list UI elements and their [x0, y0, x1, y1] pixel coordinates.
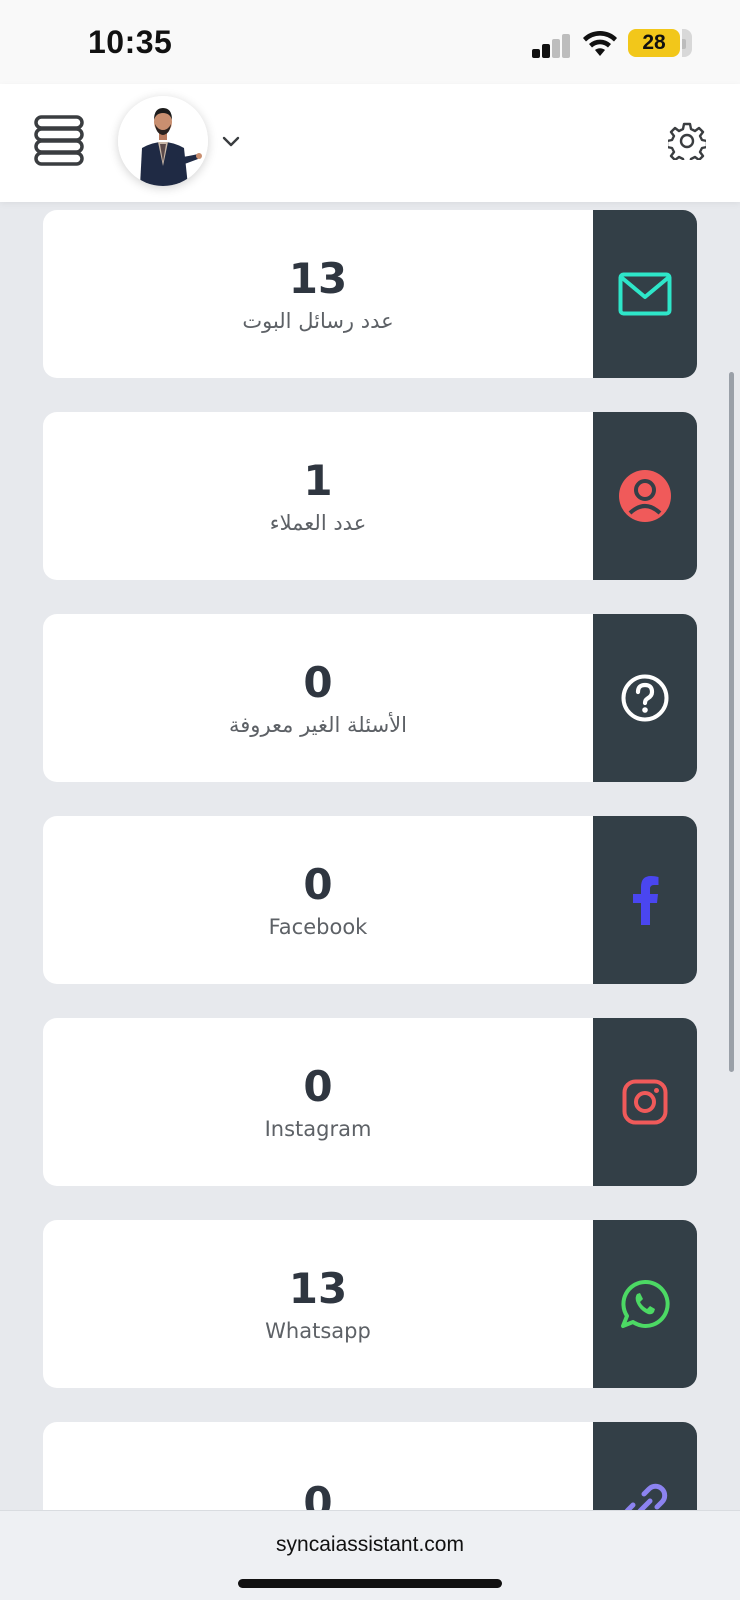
envelope-icon [618, 272, 672, 316]
stat-card-text: 0 [43, 1422, 593, 1511]
stat-icon-panel [593, 412, 697, 580]
stat-card-text: 13 عدد رسائل البوت [43, 210, 593, 378]
battery-tip [682, 39, 686, 49]
cellular-signal-icon [532, 34, 572, 58]
stat-icon-panel [593, 614, 697, 782]
stat-card-text: 0 Instagram [43, 1018, 593, 1186]
scrollbar[interactable] [729, 372, 734, 1072]
stat-value: 13 [288, 254, 348, 303]
stat-label: Instagram [264, 1117, 372, 1141]
user-avatar [118, 96, 208, 186]
stat-icon-panel [593, 1220, 697, 1388]
whatsapp-icon [621, 1279, 670, 1328]
stat-card-links[interactable]: 0 [43, 1422, 697, 1510]
stat-label: الأسئلة الغير معروفة [229, 713, 407, 737]
stat-label: Whatsapp [265, 1319, 371, 1343]
stat-card-unknown-questions[interactable]: 0 الأسئلة الغير معروفة [43, 614, 697, 782]
stat-label: عدد رسائل البوت [242, 309, 394, 333]
status-time: 10:35 [88, 24, 173, 60]
stat-card-facebook[interactable]: 0 Facebook [43, 816, 697, 984]
stats-list: 13 عدد رسائل البوت 1 عدد العملاء 0 الأسئ… [0, 202, 740, 1510]
instagram-icon [622, 1079, 668, 1125]
battery-indicator: 28 [628, 29, 692, 57]
stat-card-bot-messages[interactable]: 13 عدد رسائل البوت [43, 210, 697, 378]
stat-card-customers[interactable]: 1 عدد العملاء [43, 412, 697, 580]
wifi-icon [583, 30, 617, 56]
stat-value: 0 [303, 860, 333, 909]
stat-value: 0 [303, 1478, 333, 1511]
stack-menu-icon[interactable] [34, 114, 84, 168]
status-bar: 10:35 28 [0, 0, 740, 84]
link-icon [624, 1483, 668, 1510]
stat-icon-panel [593, 210, 697, 378]
stat-label: عدد العملاء [269, 511, 367, 535]
url-text[interactable]: syncaiassistant.com [0, 1533, 740, 1557]
app-header [0, 84, 740, 202]
chevron-down-icon[interactable] [221, 131, 241, 151]
gear-icon[interactable] [668, 122, 706, 160]
user-circle-icon [619, 470, 671, 522]
stat-value: 1 [303, 456, 333, 505]
stat-card-whatsapp[interactable]: 13 Whatsapp [43, 1220, 697, 1388]
stat-card-text: 1 عدد العملاء [43, 412, 593, 580]
stat-value: 0 [303, 1062, 333, 1111]
question-circle-icon [621, 674, 669, 722]
stat-label: Facebook [268, 915, 368, 939]
avatar[interactable] [118, 96, 208, 186]
stat-icon-panel [593, 816, 697, 984]
stat-card-text: 0 Facebook [43, 816, 593, 984]
stat-value: 13 [288, 1264, 348, 1313]
facebook-icon [633, 876, 659, 925]
stat-card-instagram[interactable]: 0 Instagram [43, 1018, 697, 1186]
home-indicator[interactable] [238, 1579, 502, 1588]
browser-url-bar[interactable]: syncaiassistant.com [0, 1510, 740, 1600]
stat-value: 0 [303, 658, 333, 707]
stat-card-text: 0 الأسئلة الغير معروفة [43, 614, 593, 782]
stat-icon-panel [593, 1422, 697, 1510]
stat-card-text: 13 Whatsapp [43, 1220, 593, 1388]
stat-icon-panel [593, 1018, 697, 1186]
